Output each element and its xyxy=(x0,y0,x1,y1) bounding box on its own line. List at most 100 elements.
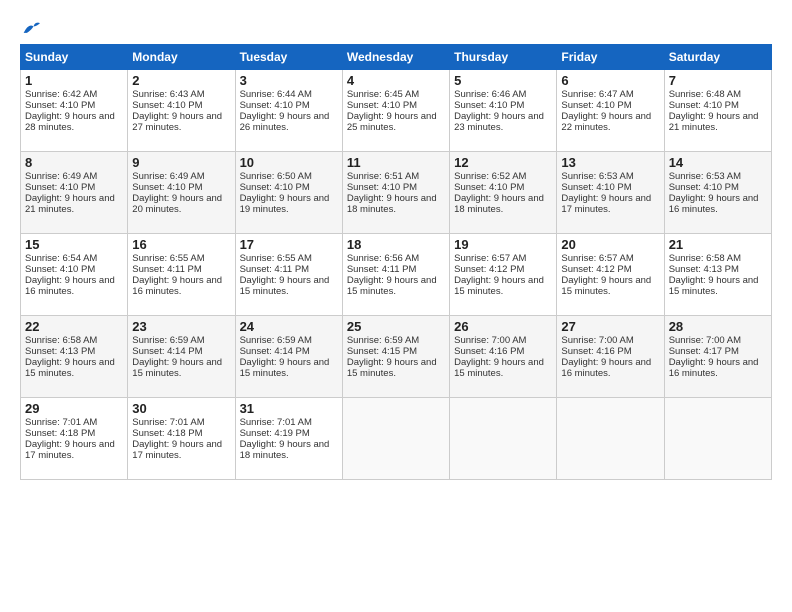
sunrise-text: Sunrise: 6:55 AM xyxy=(132,253,204,264)
day-number: 1 xyxy=(25,73,123,88)
daylight-text: Daylight: 9 hours and 17 minutes. xyxy=(25,439,115,461)
calendar-cell xyxy=(450,397,557,479)
daylight-text: Daylight: 9 hours and 26 minutes. xyxy=(240,111,330,133)
sunset-text: Sunset: 4:18 PM xyxy=(25,428,95,439)
daylight-text: Daylight: 9 hours and 15 minutes. xyxy=(454,357,544,379)
day-number: 21 xyxy=(669,237,767,252)
day-number: 13 xyxy=(561,155,659,170)
sunset-text: Sunset: 4:19 PM xyxy=(240,428,310,439)
weekday-header: Wednesday xyxy=(342,44,449,69)
weekday-header: Tuesday xyxy=(235,44,342,69)
sunrise-text: Sunrise: 6:58 AM xyxy=(669,253,741,264)
daylight-text: Daylight: 9 hours and 15 minutes. xyxy=(454,275,544,297)
calendar-cell: 5 Sunrise: 6:46 AM Sunset: 4:10 PM Dayli… xyxy=(450,69,557,151)
calendar-week-row: 1 Sunrise: 6:42 AM Sunset: 4:10 PM Dayli… xyxy=(21,69,772,151)
calendar-cell xyxy=(557,397,664,479)
daylight-text: Daylight: 9 hours and 15 minutes. xyxy=(347,275,437,297)
calendar-cell: 8 Sunrise: 6:49 AM Sunset: 4:10 PM Dayli… xyxy=(21,151,128,233)
calendar-cell: 11 Sunrise: 6:51 AM Sunset: 4:10 PM Dayl… xyxy=(342,151,449,233)
calendar-cell: 24 Sunrise: 6:59 AM Sunset: 4:14 PM Dayl… xyxy=(235,315,342,397)
day-number: 17 xyxy=(240,237,338,252)
day-number: 16 xyxy=(132,237,230,252)
sunset-text: Sunset: 4:12 PM xyxy=(561,264,631,275)
day-number: 24 xyxy=(240,319,338,334)
sunset-text: Sunset: 4:14 PM xyxy=(240,346,310,357)
sunset-text: Sunset: 4:10 PM xyxy=(132,100,202,111)
sunset-text: Sunset: 4:10 PM xyxy=(454,182,524,193)
calendar-cell: 2 Sunrise: 6:43 AM Sunset: 4:10 PM Dayli… xyxy=(128,69,235,151)
calendar-cell xyxy=(664,397,771,479)
day-number: 15 xyxy=(25,237,123,252)
sunrise-text: Sunrise: 6:46 AM xyxy=(454,89,526,100)
day-number: 31 xyxy=(240,401,338,416)
sunset-text: Sunset: 4:10 PM xyxy=(25,264,95,275)
daylight-text: Daylight: 9 hours and 16 minutes. xyxy=(669,357,759,379)
daylight-text: Daylight: 9 hours and 18 minutes. xyxy=(240,439,330,461)
daylight-text: Daylight: 9 hours and 16 minutes. xyxy=(25,275,115,297)
day-number: 7 xyxy=(669,73,767,88)
sunrise-text: Sunrise: 6:47 AM xyxy=(561,89,633,100)
daylight-text: Daylight: 9 hours and 22 minutes. xyxy=(561,111,651,133)
calendar-cell: 17 Sunrise: 6:55 AM Sunset: 4:11 PM Dayl… xyxy=(235,233,342,315)
sunrise-text: Sunrise: 6:43 AM xyxy=(132,89,204,100)
day-number: 28 xyxy=(669,319,767,334)
calendar-cell: 26 Sunrise: 7:00 AM Sunset: 4:16 PM Dayl… xyxy=(450,315,557,397)
calendar-cell: 19 Sunrise: 6:57 AM Sunset: 4:12 PM Dayl… xyxy=(450,233,557,315)
sunrise-text: Sunrise: 6:49 AM xyxy=(25,171,97,182)
sunrise-text: Sunrise: 6:42 AM xyxy=(25,89,97,100)
sunset-text: Sunset: 4:10 PM xyxy=(561,182,631,193)
day-number: 27 xyxy=(561,319,659,334)
sunrise-text: Sunrise: 6:51 AM xyxy=(347,171,419,182)
day-number: 12 xyxy=(454,155,552,170)
calendar-cell: 30 Sunrise: 7:01 AM Sunset: 4:18 PM Dayl… xyxy=(128,397,235,479)
weekday-header: Sunday xyxy=(21,44,128,69)
daylight-text: Daylight: 9 hours and 21 minutes. xyxy=(25,193,115,215)
sunrise-text: Sunrise: 6:53 AM xyxy=(561,171,633,182)
day-number: 3 xyxy=(240,73,338,88)
day-number: 30 xyxy=(132,401,230,416)
daylight-text: Daylight: 9 hours and 17 minutes. xyxy=(561,193,651,215)
calendar-cell: 9 Sunrise: 6:49 AM Sunset: 4:10 PM Dayli… xyxy=(128,151,235,233)
daylight-text: Daylight: 9 hours and 27 minutes. xyxy=(132,111,222,133)
sunrise-text: Sunrise: 6:59 AM xyxy=(347,335,419,346)
sunset-text: Sunset: 4:10 PM xyxy=(25,182,95,193)
calendar-cell xyxy=(342,397,449,479)
calendar-cell: 14 Sunrise: 6:53 AM Sunset: 4:10 PM Dayl… xyxy=(664,151,771,233)
daylight-text: Daylight: 9 hours and 15 minutes. xyxy=(240,275,330,297)
day-number: 4 xyxy=(347,73,445,88)
calendar-cell: 28 Sunrise: 7:00 AM Sunset: 4:17 PM Dayl… xyxy=(664,315,771,397)
daylight-text: Daylight: 9 hours and 19 minutes. xyxy=(240,193,330,215)
day-number: 25 xyxy=(347,319,445,334)
daylight-text: Daylight: 9 hours and 15 minutes. xyxy=(132,357,222,379)
calendar-week-row: 8 Sunrise: 6:49 AM Sunset: 4:10 PM Dayli… xyxy=(21,151,772,233)
calendar-cell: 23 Sunrise: 6:59 AM Sunset: 4:14 PM Dayl… xyxy=(128,315,235,397)
calendar-cell: 27 Sunrise: 7:00 AM Sunset: 4:16 PM Dayl… xyxy=(557,315,664,397)
calendar-cell: 13 Sunrise: 6:53 AM Sunset: 4:10 PM Dayl… xyxy=(557,151,664,233)
sunrise-text: Sunrise: 7:01 AM xyxy=(25,417,97,428)
sunrise-text: Sunrise: 6:59 AM xyxy=(132,335,204,346)
calendar-cell: 7 Sunrise: 6:48 AM Sunset: 4:10 PM Dayli… xyxy=(664,69,771,151)
sunset-text: Sunset: 4:10 PM xyxy=(25,100,95,111)
sunrise-text: Sunrise: 6:45 AM xyxy=(347,89,419,100)
day-number: 29 xyxy=(25,401,123,416)
day-number: 9 xyxy=(132,155,230,170)
sunrise-text: Sunrise: 6:58 AM xyxy=(25,335,97,346)
logo-text xyxy=(20,18,40,38)
day-number: 23 xyxy=(132,319,230,334)
calendar-cell: 31 Sunrise: 7:01 AM Sunset: 4:19 PM Dayl… xyxy=(235,397,342,479)
calendar-cell: 6 Sunrise: 6:47 AM Sunset: 4:10 PM Dayli… xyxy=(557,69,664,151)
calendar-week-row: 22 Sunrise: 6:58 AM Sunset: 4:13 PM Dayl… xyxy=(21,315,772,397)
sunrise-text: Sunrise: 6:54 AM xyxy=(25,253,97,264)
day-number: 8 xyxy=(25,155,123,170)
sunrise-text: Sunrise: 7:00 AM xyxy=(454,335,526,346)
sunrise-text: Sunrise: 6:55 AM xyxy=(240,253,312,264)
sunset-text: Sunset: 4:12 PM xyxy=(454,264,524,275)
daylight-text: Daylight: 9 hours and 23 minutes. xyxy=(454,111,544,133)
daylight-text: Daylight: 9 hours and 16 minutes. xyxy=(132,275,222,297)
daylight-text: Daylight: 9 hours and 15 minutes. xyxy=(25,357,115,379)
sunset-text: Sunset: 4:11 PM xyxy=(240,264,310,275)
calendar-table: SundayMondayTuesdayWednesdayThursdayFrid… xyxy=(20,44,772,480)
logo xyxy=(20,18,40,34)
calendar-cell: 15 Sunrise: 6:54 AM Sunset: 4:10 PM Dayl… xyxy=(21,233,128,315)
calendar-cell: 18 Sunrise: 6:56 AM Sunset: 4:11 PM Dayl… xyxy=(342,233,449,315)
